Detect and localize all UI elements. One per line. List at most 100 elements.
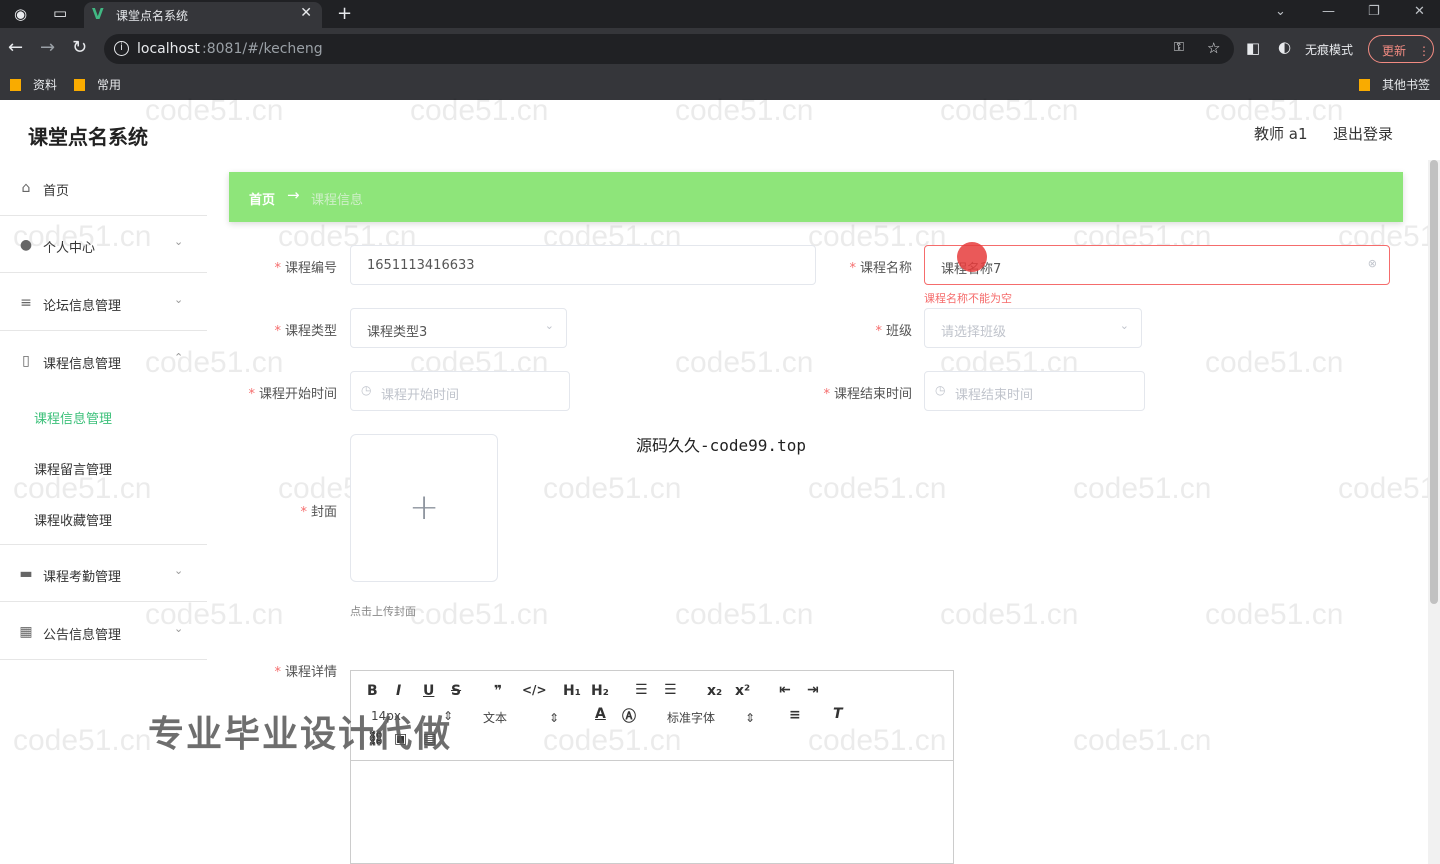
breadcrumb-home[interactable]: 首页 — [249, 189, 275, 208]
new-tab-icon[interactable]: + — [337, 3, 352, 24]
detail-label-text: 课程详情 — [284, 665, 337, 680]
cover-label-text: 封面 — [310, 505, 337, 520]
arrow-right-icon: → — [287, 186, 300, 204]
end-time-label-text: 课程结束时间 — [833, 387, 912, 402]
course-no-input[interactable]: 1651113416633 — [350, 245, 816, 285]
list-icon: ≡ — [20, 295, 32, 311]
watermark: code51.cn — [675, 94, 814, 127]
course-type-select[interactable]: 课程类型3 ⌄ — [350, 308, 567, 348]
clean-format-icon[interactable]: T — [833, 706, 843, 722]
font-color-icon[interactable]: A — [595, 706, 606, 722]
blockquote-icon[interactable]: ❞ — [494, 683, 502, 699]
browser-menu-icon[interactable]: ◉ — [14, 5, 27, 23]
close-tab-icon[interactable]: ✕ — [300, 5, 312, 21]
end-time-label: * 课程结束时间 — [801, 383, 912, 402]
incognito-icon[interactable]: ◐ — [1278, 38, 1291, 56]
bookmark-folder[interactable]: 常用 — [74, 76, 121, 93]
chevron-down-icon: ⌄ — [174, 235, 184, 248]
forward-icon[interactable]: → — [40, 38, 55, 58]
info-icon[interactable]: i — [114, 41, 129, 56]
back-icon[interactable]: ← — [8, 38, 23, 58]
align-icon[interactable]: ≡ — [789, 707, 801, 723]
close-window-icon[interactable]: ✕ — [1414, 4, 1425, 19]
watermark: code51.cn — [145, 94, 284, 127]
app-root: code51.cn code51.cn code51.cn code51.cn … — [0, 94, 1440, 864]
tab-search-icon[interactable]: ⌄ — [1275, 4, 1286, 19]
background-color-icon[interactable]: Ⓐ — [622, 706, 636, 726]
update-button[interactable]: 更新 ⋮ — [1368, 35, 1434, 63]
class-select[interactable]: 请选择班级 ⌄ — [924, 308, 1142, 348]
update-label: 更新 — [1382, 44, 1407, 58]
browser-tab-bar: ◉ ▭ V 课堂点名系统 ✕ + ⌄ — ❐ ✕ — [0, 0, 1440, 28]
clear-icon[interactable]: ⊗ — [1368, 257, 1377, 270]
more-icon[interactable]: ⋮ — [1418, 44, 1430, 58]
bookmark-label: 资料 — [33, 78, 58, 92]
course-name-label: * 课程名称 — [815, 257, 912, 276]
sidebar-subitem-course-favorites[interactable]: 课程收藏管理 — [34, 510, 112, 529]
reload-icon[interactable]: ↻ — [72, 38, 87, 58]
overlay-text: 源码久久-code99.top — [636, 436, 806, 455]
sidebar-item-profile[interactable]: ● 个人中心 ⌄ — [0, 217, 207, 273]
minimize-icon[interactable]: — — [1322, 4, 1335, 19]
bookmark-folder[interactable]: 资料 — [10, 76, 57, 93]
sidebar-icon[interactable]: ◧ — [1246, 39, 1260, 57]
bullet-list-icon[interactable]: ☰ — [664, 682, 677, 698]
watermark: code51.cn — [675, 346, 814, 379]
sidebar-item-notice[interactable]: ▦ 公告信息管理 ⌄ — [0, 604, 207, 660]
user-label: 教师 a1 — [1254, 125, 1308, 143]
other-bookmarks[interactable]: 其他书签 — [1359, 76, 1430, 93]
superscript-icon[interactable]: x² — [735, 683, 750, 699]
header2-icon[interactable]: H₂ — [591, 683, 609, 699]
underline-icon[interactable]: U — [423, 683, 434, 699]
watermark: code51.cn — [675, 598, 814, 631]
url-input[interactable]: i localhost :8081/#/kecheng ⚿ ☆ — [104, 34, 1234, 64]
page-scrollbar[interactable] — [1428, 160, 1440, 864]
bold-icon[interactable]: B — [367, 683, 378, 699]
ordered-list-icon[interactable]: ☰ — [635, 682, 648, 698]
font-family-select[interactable]: 标准字体 ⇕ — [667, 709, 755, 726]
tab-switcher-icon[interactable]: ▭ — [53, 4, 67, 22]
subscript-icon[interactable]: x₂ — [707, 683, 722, 699]
outdent-icon[interactable]: ⇤ — [779, 682, 791, 698]
scrollbar-thumb[interactable] — [1430, 160, 1438, 604]
sidebar-item-forum[interactable]: ≡ 论坛信息管理 ⌄ — [0, 275, 207, 331]
bookmark-star-icon[interactable]: ☆ — [1207, 39, 1220, 57]
end-time-picker[interactable]: ◷ 课程结束时间 — [924, 371, 1145, 411]
indent-icon[interactable]: ⇥ — [807, 682, 819, 698]
sidebar-subitem-course-info[interactable]: 课程信息管理 — [34, 408, 112, 427]
chevron-down-icon: ⌄ — [544, 319, 554, 332]
header-select[interactable]: 文本 ⇕ — [483, 709, 559, 726]
rich-text-editor[interactable]: B I U S ❞ </> H₁ H₂ ☰ ☰ x₂ x² ⇤ ⇥ 14px ⇕ … — [350, 670, 954, 864]
class-label-text: 班级 — [885, 324, 912, 339]
sidebar-item-label: 论坛信息管理 — [43, 299, 122, 314]
watermark: code51.cn — [1205, 346, 1344, 379]
folder-icon — [10, 79, 21, 91]
cover-upload-tip: 点击上传封面 — [350, 605, 416, 618]
browser-tab[interactable]: V 课堂点名系统 ✕ — [84, 2, 322, 28]
logout-button[interactable]: 退出登录 — [1333, 123, 1393, 144]
briefcase-icon: ▬ — [19, 566, 33, 582]
key-icon[interactable]: ⚿ — [1174, 40, 1184, 55]
italic-icon[interactable]: I — [396, 683, 401, 699]
strike-icon[interactable]: S — [451, 683, 461, 699]
course-name-input[interactable]: 课程名称7 ⊗ — [924, 245, 1390, 285]
breadcrumb: 首页 → 课程信息 — [229, 172, 1403, 222]
restore-icon[interactable]: ❐ — [1368, 4, 1380, 19]
watermark: code51.cn — [410, 598, 549, 631]
cover-upload[interactable]: + — [350, 434, 498, 582]
sidebar-subitem-course-comments[interactable]: 课程留言管理 — [34, 459, 112, 478]
sidebar-item-attendance[interactable]: ▬ 课程考勤管理 ⌄ — [0, 546, 207, 602]
required-mark: * — [274, 665, 281, 680]
code-block-icon[interactable]: </> — [522, 683, 547, 697]
course-no-label: * 课程编号 — [240, 257, 337, 276]
header1-icon[interactable]: H₁ — [563, 683, 581, 699]
watermark: code51.cn — [1205, 598, 1344, 631]
sidebar-item-home[interactable]: ⌂ 首页 — [0, 160, 207, 216]
sidebar-item-label: 公告信息管理 — [43, 628, 122, 643]
tab-title: 课堂点名系统 — [116, 9, 189, 23]
clock-icon: ◷ — [361, 383, 372, 397]
chevron-down-icon: ⌄ — [174, 622, 184, 635]
sidebar-item-course[interactable]: ▯ 课程信息管理 ⌃ 课程信息管理 课程留言管理 课程收藏管理 — [0, 333, 207, 545]
sidebar: ⌂ 首页 ● 个人中心 ⌄ ≡ 论坛信息管理 ⌄ ▯ 课程信息管理 ⌃ 课程信息… — [0, 160, 208, 864]
start-time-picker[interactable]: ◷ 课程开始时间 — [350, 371, 570, 411]
